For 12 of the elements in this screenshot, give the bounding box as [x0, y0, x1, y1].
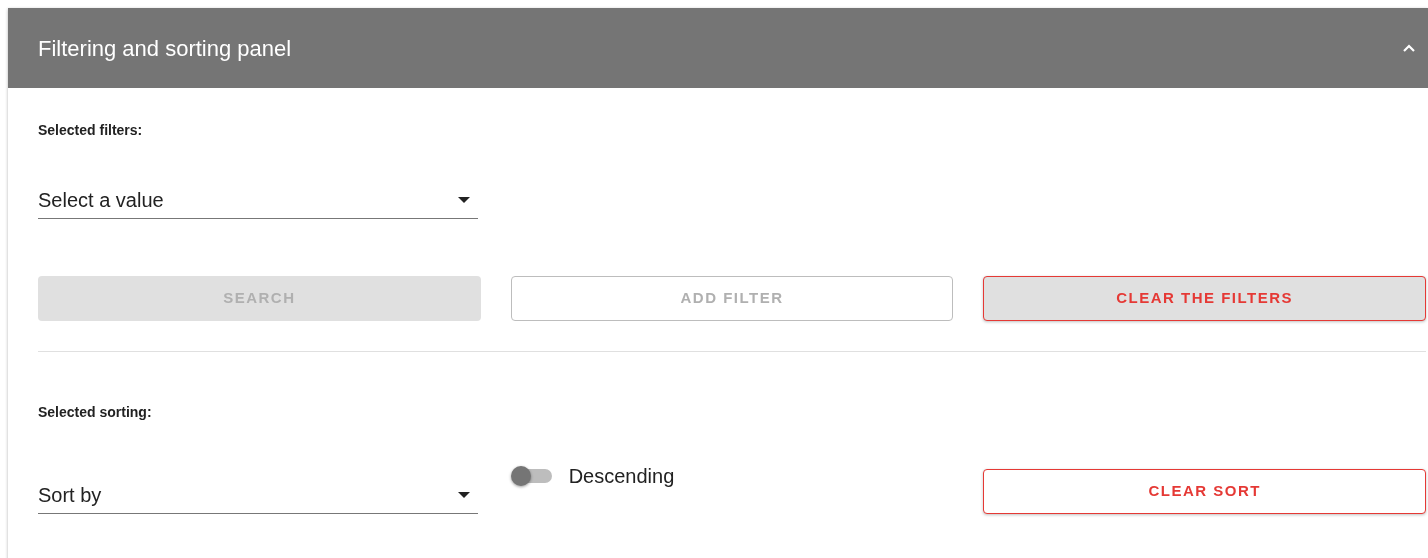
select-field[interactable]: Select a value	[38, 185, 478, 219]
toggle-label: Descending	[568, 464, 675, 489]
action-button[interactable]: CLEAR SORT	[983, 469, 1426, 514]
dropdown-arrow-icon	[458, 196, 470, 203]
panel-header[interactable]: Filtering and sorting panel	[8, 8, 1428, 88]
filters-heading: Selected filters:	[38, 121, 144, 140]
panel-title: Filtering and sorting panel	[38, 34, 292, 63]
chevron-icon	[1402, 43, 1416, 53]
action-button[interactable]: CLEAR THE FILTERS	[983, 276, 1426, 321]
select-field[interactable]: Sort by	[38, 480, 478, 514]
sorting-heading: Selected sorting:	[38, 403, 153, 422]
dropdown-arrow-icon	[458, 491, 470, 498]
